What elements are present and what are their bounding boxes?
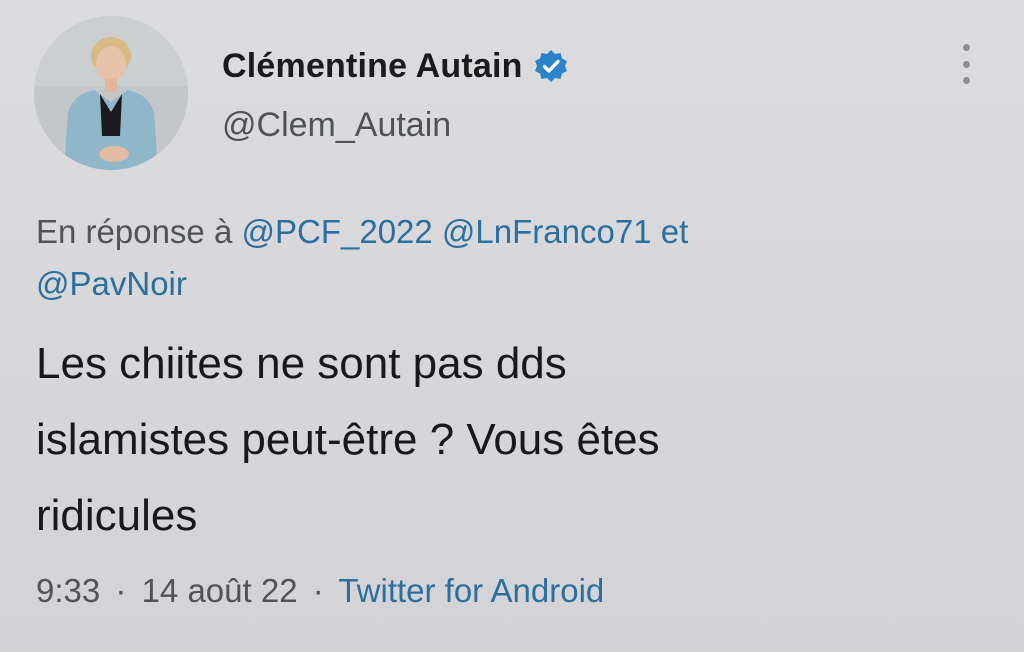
tweet-source-link[interactable]: Twitter for Android [338, 572, 604, 609]
author-name-row[interactable]: Clémentine Autain [222, 42, 569, 90]
more-dot [962, 44, 970, 51]
more-dot [962, 60, 970, 68]
reply-mention-link[interactable]: @PCF_2022 [241, 213, 432, 250]
avatar-photo [34, 16, 188, 170]
meta-separator: · [312, 572, 324, 609]
reply-context: En réponse à @PCF_2022 @LnFranco71 et @P… [36, 206, 986, 310]
reply-mention-link[interactable]: @PavNoir [36, 265, 187, 302]
reply-prefix: En réponse à [36, 213, 233, 250]
meta-separator: · [115, 572, 127, 609]
verified-badge-icon [533, 48, 569, 84]
tweet-text: Les chiites ne sont pas dds islamistes p… [36, 339, 660, 540]
tweet-meta: 9:33 · 14 août 22 · Twitter for Android [36, 572, 604, 610]
tweet-date[interactable]: 14 août 22 [142, 572, 298, 609]
tweet-time[interactable]: 9:33 [36, 572, 100, 609]
avatar[interactable] [34, 16, 188, 170]
author-display-name[interactable]: Clémentine Autain [222, 47, 523, 86]
more-dot [962, 77, 970, 84]
reply-conjunction: et [660, 213, 689, 250]
author-handle[interactable]: @Clem_Autain [222, 106, 451, 145]
tweet-card: Clémentine Autain @Clem_Autain En répons… [0, 0, 1024, 652]
reply-mention-link[interactable]: @LnFranco71 [442, 213, 652, 250]
more-vertical-icon[interactable] [956, 44, 976, 84]
